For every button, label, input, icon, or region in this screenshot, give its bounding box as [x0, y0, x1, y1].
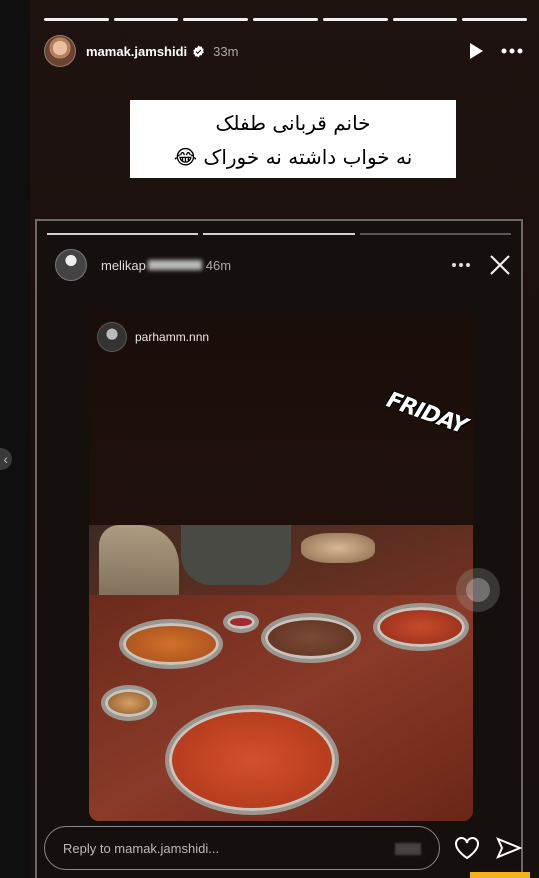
more-options-icon — [501, 48, 523, 54]
repost-username: parhamm.nnn — [135, 330, 210, 344]
progress-segment — [359, 233, 511, 235]
verified-badge-icon — [193, 45, 204, 57]
friday-sticker: FRIDAY — [383, 387, 470, 440]
photo-dish — [165, 705, 339, 815]
caption-line-1: خانم قربانی طفلک — [215, 111, 371, 135]
food-photo — [89, 525, 473, 821]
story-time: 33m — [213, 43, 239, 59]
story-username[interactable]: mamak.jamshidi — [86, 44, 187, 59]
progress-segment — [203, 233, 355, 235]
caption-sticker: خانم قربانی طفلک نه خواب داشته نه خوراک … — [130, 100, 456, 178]
send-icon[interactable] — [496, 836, 522, 860]
avatar — [55, 249, 87, 281]
progress-segment — [113, 18, 179, 21]
progress-segment — [392, 18, 458, 21]
story-viewer: mamak.jamshidi 33m خانم قربانی طفلک نه خ… — [30, 0, 539, 878]
reposted-media: parhamm.nnn FRIDAY — [89, 311, 473, 821]
play-icon — [470, 43, 483, 59]
redaction-blur — [147, 260, 202, 270]
photo-dish — [261, 613, 361, 663]
progress-segment — [44, 18, 109, 21]
repost-header: parhamm.nnn — [97, 321, 209, 353]
caption-line-2: نه خواب داشته نه خوراک 😂 — [173, 145, 413, 169]
progress-segment — [183, 18, 249, 21]
avatar[interactable] — [44, 35, 76, 67]
progress-segment — [47, 233, 199, 235]
inner-progress-bar — [47, 233, 511, 235]
photo-dish — [101, 685, 157, 721]
more-options-icon — [452, 263, 470, 267]
heart-icon[interactable] — [454, 836, 480, 860]
reshared-story: melikap 46m parhamm.nnn FRIDAY — [35, 219, 523, 878]
chevron-left-icon[interactable]: ‹ — [0, 448, 12, 470]
play-button[interactable] — [463, 38, 489, 64]
progress-segment — [322, 18, 388, 21]
story-header: mamak.jamshidi 33m — [44, 34, 525, 68]
progress-segment — [462, 18, 528, 21]
drag-handle[interactable] — [456, 568, 500, 612]
inner-story-header: melikap 46m — [55, 245, 511, 285]
more-options-button[interactable] — [499, 38, 525, 64]
close-icon — [490, 255, 510, 275]
avatar — [97, 322, 127, 352]
photo-dish — [223, 611, 259, 633]
accent-strip — [470, 872, 530, 878]
story-progress-bar — [44, 18, 528, 21]
inner-time: 46m — [205, 257, 232, 273]
progress-segment — [253, 18, 318, 21]
photo-bread — [301, 533, 375, 563]
photo-person — [181, 525, 291, 585]
photo-dish — [373, 603, 469, 651]
photo-dish — [119, 619, 223, 669]
inner-username: melikap — [101, 257, 146, 273]
reply-input[interactable]: Reply to mamak.jamshidi... — [44, 826, 440, 870]
